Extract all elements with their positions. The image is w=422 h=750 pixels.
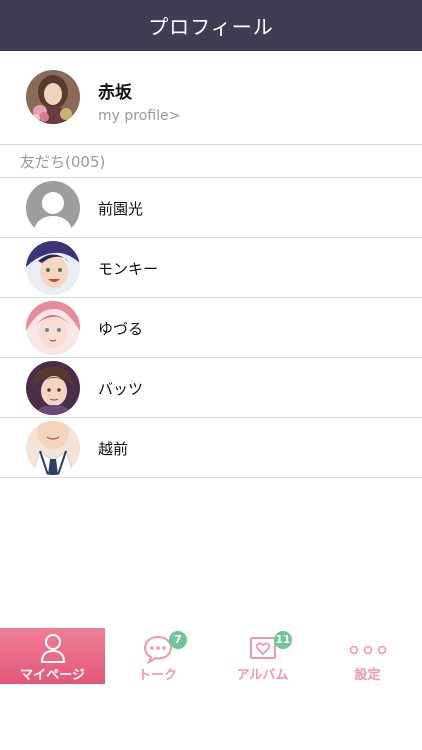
tab-label: アルバム [236,668,289,683]
heart-album-icon [210,632,315,664]
chat-bubble-icon [105,632,210,664]
friend-row[interactable]: 越前 [0,418,422,478]
my-avatar [26,70,80,124]
default-avatar-icon [26,181,80,235]
tab-settings[interactable]: 設定 [315,628,420,684]
my-profile-row[interactable]: 赤坂 my profile> [0,51,422,145]
friend-avatar [26,301,80,355]
header-bar: プロフィール [0,0,422,51]
friend-avatar [26,241,80,295]
tab-album[interactable]: 11 アルバム [210,628,315,684]
friend-name: ゆづる [98,320,144,338]
friend-name: モンキー [98,260,159,278]
friends-section-header: 友だち(005) [0,145,422,178]
friend-row[interactable]: 前園光 [0,178,422,238]
tab-talk[interactable]: 7 トーク [105,628,210,684]
album-badge: 11 [274,631,292,649]
page-title: プロフィール [148,15,274,39]
friend-row[interactable]: バッツ [0,358,422,418]
my-profile-link[interactable]: my profile> [98,108,180,124]
friend-name: バッツ [98,380,144,398]
person-icon [0,632,105,664]
tab-mypage[interactable]: マイページ [0,628,105,684]
friend-name: 越前 [98,440,129,458]
friends-section-title: 友だち(005) [20,153,106,171]
tab-label: トーク [137,668,177,683]
friend-row[interactable]: ゆづる [0,298,422,358]
my-name: 赤坂 [98,83,132,103]
talk-badge: 7 [169,631,187,649]
friend-row[interactable]: モンキー [0,238,422,298]
dots-icon [315,632,420,664]
friend-avatar [26,421,80,475]
tab-label: マイページ [20,668,85,683]
tab-label: 設定 [354,668,381,683]
bottom-tab-bar: マイページ 7 トーク 11 アルバム 設定 [0,628,422,684]
friend-avatar [26,361,80,415]
friend-name: 前園光 [98,200,144,218]
